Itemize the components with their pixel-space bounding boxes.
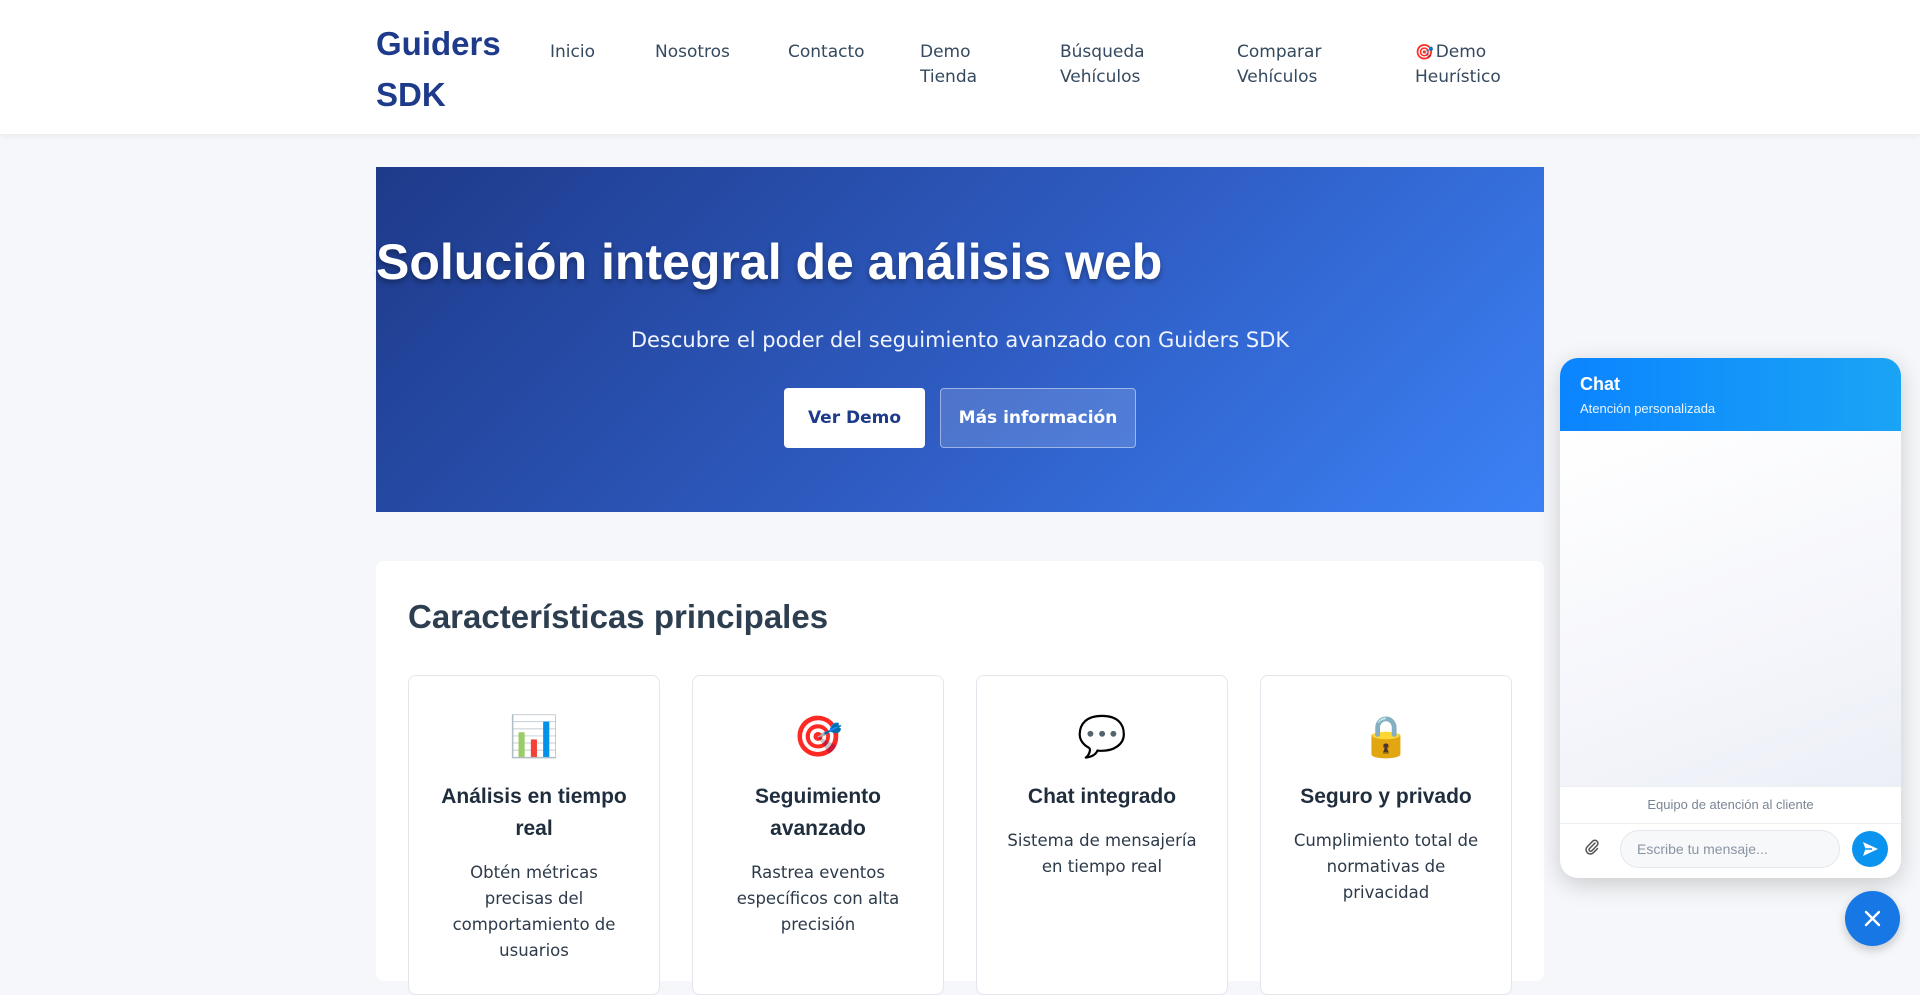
attach-icon[interactable] [1580,838,1604,862]
nav-item-busqueda-vehiculos[interactable]: Búsqueda Vehículos [1060,40,1160,90]
chat-widget: Chat Atención personalizada Equipo de at… [1560,358,1901,878]
lock-icon: 🔒 [1361,714,1411,760]
bar-chart-icon: 📊 [509,714,559,760]
chat-team-label: Equipo de atención al cliente [1560,786,1901,824]
hero-title: Solución integral de análisis web [376,234,1163,290]
top-navbar: Guiders SDK Inicio Nosotros Contacto Dem… [0,0,1920,134]
nav-item-nosotros[interactable]: Nosotros [655,40,730,65]
chat-title: Chat [1580,374,1620,394]
feature-card-seguro: 🔒 Seguro y privado Cumplimiento total de… [1260,675,1512,995]
feature-card-analisis: 📊 Análisis en tiempo real Obtén métricas… [408,675,660,995]
feature-card-seguimiento: 🎯 Seguimiento avanzado Rastrea eventos e… [692,675,944,995]
chat-message-input[interactable] [1620,830,1840,868]
target-icon: 🎯 [1415,43,1434,61]
send-button[interactable] [1852,831,1888,867]
close-icon [1864,910,1881,927]
chat-subtitle: Atención personalizada [1580,401,1716,416]
feature-card-description: Rastrea eventos específicos con alta pre… [736,863,900,934]
nav-item-contacto[interactable]: Contacto [788,40,865,65]
feature-card-description: Cumplimiento total de normativas de priv… [1293,831,1479,902]
nav-item-comparar-vehiculos[interactable]: Comparar Vehículos [1237,40,1337,90]
feature-card-title: Chat integrado [1027,785,1177,808]
feature-card-description: Sistema de mensajería en tiempo real [1007,831,1197,876]
chat-close-button[interactable] [1845,891,1900,946]
feature-card-description: Obtén métricas precisas del comportamien… [452,863,616,960]
feature-card-title: Análisis en tiempo real [441,785,627,840]
hero-subtitle: Descubre el poder del seguimiento avanza… [630,328,1290,352]
nav-item-demo-heuristico[interactable]: 🎯 Demo Heurístico [1415,40,1510,90]
speech-bubble-icon: 💬 [1077,714,1127,760]
feature-card-title: Seguro y privado [1300,785,1472,808]
chat-header: Chat Atención personalizada [1560,358,1901,431]
mas-informacion-button[interactable]: Más información [940,388,1136,448]
feature-card-chat: 💬 Chat integrado Sistema de mensajería e… [976,675,1228,995]
send-icon [1863,842,1878,856]
features-title: Características principales [408,598,829,635]
nav-item-demo-tienda[interactable]: Demo Tienda [920,40,990,90]
target-icon: 🎯 [793,714,843,760]
nav-item-inicio[interactable]: Inicio [550,40,595,65]
feature-card-title: Seguimiento avanzado [754,785,881,840]
ver-demo-button[interactable]: Ver Demo [784,388,925,448]
brand-logo[interactable]: Guiders SDK [376,18,506,120]
chat-messages-area[interactable] [1560,431,1901,786]
